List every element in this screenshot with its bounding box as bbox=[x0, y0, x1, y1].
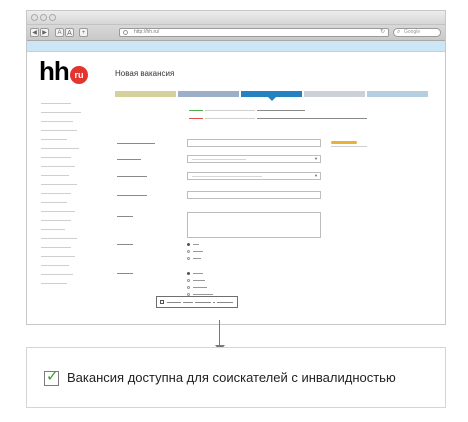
callout-checkbox[interactable] bbox=[160, 300, 164, 304]
textarea-field[interactable] bbox=[187, 212, 321, 238]
field-label bbox=[117, 143, 155, 144]
chevron-down-icon: ▼ bbox=[314, 156, 318, 161]
callout-line bbox=[217, 302, 233, 303]
sidebar-item[interactable] bbox=[41, 139, 67, 140]
sidebar-item[interactable] bbox=[41, 112, 81, 113]
select-value bbox=[192, 176, 262, 177]
field-label bbox=[117, 176, 147, 177]
url-text: http://hh.ru/ bbox=[134, 29, 160, 35]
callout-line bbox=[195, 302, 211, 303]
callout-line bbox=[213, 302, 215, 303]
search-icon: ⌕ bbox=[397, 29, 401, 35]
pointer-line bbox=[219, 320, 220, 347]
sidebar-item[interactable] bbox=[41, 247, 71, 248]
disability-checkbox-label[interactable]: Вакансия доступна для соискателей с инва… bbox=[67, 370, 396, 385]
search-placeholder: Google bbox=[404, 29, 421, 35]
sidebar-item[interactable] bbox=[41, 256, 75, 257]
step-2[interactable] bbox=[178, 91, 239, 97]
field-label bbox=[117, 216, 133, 217]
disability-checkbox[interactable]: ✓ bbox=[44, 368, 59, 386]
radio-option[interactable] bbox=[187, 243, 190, 246]
globe-icon bbox=[123, 30, 128, 35]
sidebar-item[interactable] bbox=[41, 274, 73, 275]
legend-line bbox=[205, 118, 255, 119]
radio-label bbox=[193, 258, 201, 259]
bookmarks-bar bbox=[27, 41, 445, 52]
add-tab-button[interactable]: + bbox=[79, 28, 88, 37]
legend-line bbox=[257, 118, 367, 119]
minimize-window-icon[interactable] bbox=[40, 14, 47, 21]
field-label bbox=[117, 159, 141, 160]
browser-toolbar: ◀ ▶ A A + http://hh.ru/ ↻ ⌕ Google bbox=[27, 25, 445, 41]
sidebar-item[interactable] bbox=[41, 157, 71, 158]
step-1[interactable] bbox=[115, 91, 176, 97]
maximize-window-icon[interactable] bbox=[49, 14, 56, 21]
checkmark-icon: ✓ bbox=[46, 368, 59, 385]
radio-option[interactable] bbox=[187, 286, 190, 289]
text-smaller-button[interactable]: A bbox=[55, 28, 64, 37]
sidebar-item[interactable] bbox=[41, 265, 69, 266]
radio-option[interactable] bbox=[187, 279, 190, 282]
radio-label bbox=[193, 294, 213, 295]
close-window-icon[interactable] bbox=[31, 14, 38, 21]
sidebar-item[interactable] bbox=[41, 175, 69, 176]
legend-red-mark bbox=[189, 118, 203, 119]
callout-line bbox=[167, 302, 181, 303]
callout-line bbox=[183, 302, 193, 303]
radio-option[interactable] bbox=[187, 257, 190, 260]
legend-line bbox=[257, 110, 305, 111]
sidebar-item[interactable] bbox=[41, 211, 75, 212]
radio-label bbox=[193, 287, 207, 288]
radio-label bbox=[193, 251, 203, 252]
sidebar-item[interactable] bbox=[41, 229, 65, 230]
search-input[interactable]: ⌕ Google bbox=[393, 28, 441, 37]
text-larger-button[interactable]: A bbox=[65, 28, 74, 37]
legend-line bbox=[205, 110, 255, 111]
sidebar-item[interactable] bbox=[41, 103, 71, 104]
radio-option[interactable] bbox=[187, 250, 190, 253]
text-field[interactable] bbox=[187, 191, 321, 199]
page-title: Новая вакансия bbox=[115, 69, 175, 78]
radio-label bbox=[193, 273, 203, 274]
field-label bbox=[117, 244, 133, 245]
browser-window: ◀ ▶ A A + http://hh.ru/ ↻ ⌕ Google hh ru… bbox=[26, 10, 446, 325]
sidebar-item[interactable] bbox=[41, 184, 77, 185]
logo-text: hh bbox=[39, 56, 70, 86]
hint-line bbox=[331, 146, 367, 147]
text-field[interactable] bbox=[187, 139, 321, 147]
sidebar-item[interactable] bbox=[41, 238, 77, 239]
step-4[interactable] bbox=[304, 91, 365, 97]
select-value bbox=[192, 159, 246, 160]
legend-green-mark bbox=[189, 110, 203, 111]
back-button[interactable]: ◀ bbox=[30, 28, 39, 37]
address-bar[interactable]: http://hh.ru/ ↻ bbox=[119, 28, 389, 37]
radio-label bbox=[193, 280, 205, 281]
sidebar-item[interactable] bbox=[41, 193, 71, 194]
radio-option[interactable] bbox=[187, 272, 190, 275]
hint-button[interactable] bbox=[331, 141, 357, 144]
step-5[interactable] bbox=[367, 91, 428, 97]
field-label bbox=[117, 195, 147, 196]
sidebar-item[interactable] bbox=[41, 283, 67, 284]
sidebar-item[interactable] bbox=[41, 130, 77, 131]
sidebar-item[interactable] bbox=[41, 121, 73, 122]
title-bar bbox=[27, 11, 445, 25]
zoomed-checkbox-panel: ✓ Вакансия доступна для соискателей с ин… bbox=[26, 347, 446, 408]
select-field[interactable]: ▼ bbox=[187, 155, 321, 163]
reload-icon[interactable]: ↻ bbox=[380, 29, 385, 36]
logo-badge: ru bbox=[70, 66, 88, 84]
active-step-pointer bbox=[268, 97, 276, 101]
field-label bbox=[117, 273, 133, 274]
forward-button[interactable]: ▶ bbox=[40, 28, 49, 37]
sidebar-item[interactable] bbox=[41, 220, 71, 221]
sidebar-item[interactable] bbox=[41, 148, 79, 149]
select-field[interactable]: ▼ bbox=[187, 172, 321, 180]
sidebar-item[interactable] bbox=[41, 202, 67, 203]
chevron-down-icon: ▼ bbox=[314, 173, 318, 178]
disability-checkbox-callout[interactable] bbox=[156, 296, 238, 308]
sidebar-item[interactable] bbox=[41, 166, 75, 167]
radio-label bbox=[193, 244, 199, 245]
